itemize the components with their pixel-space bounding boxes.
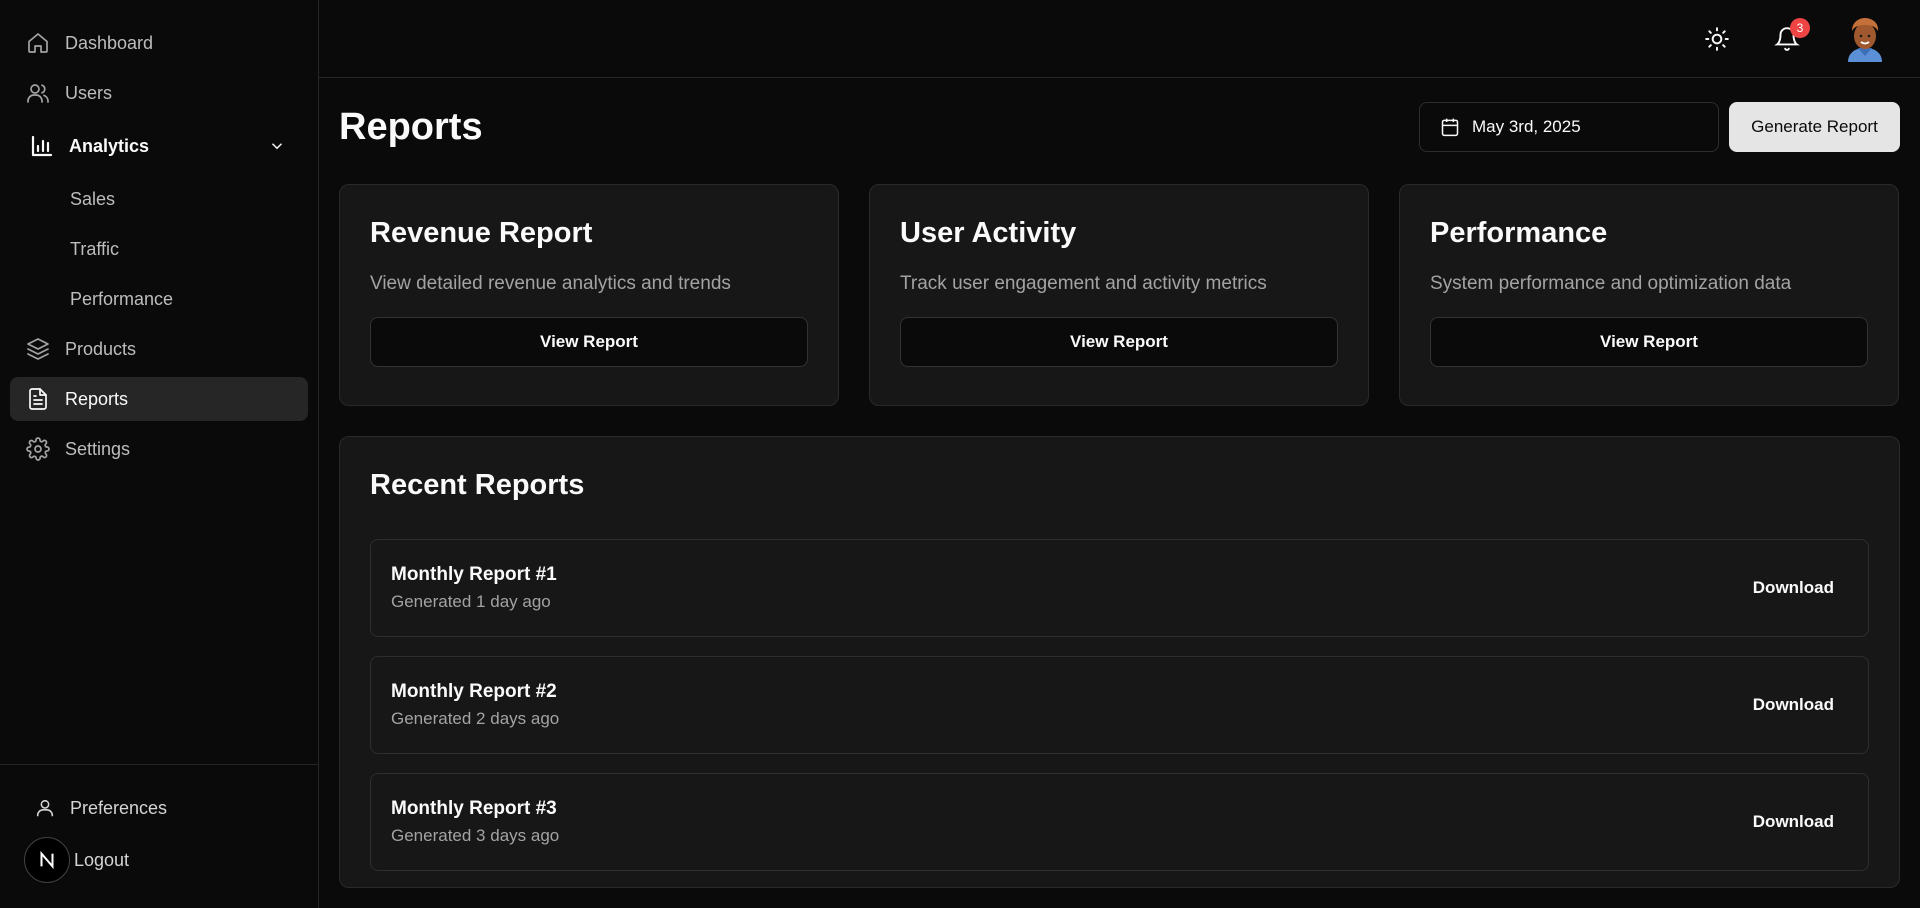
download-button[interactable]: Download [1753, 578, 1834, 598]
layers-icon [26, 337, 50, 361]
sidebar-item-label: Users [65, 82, 113, 103]
sidebar-subitem-traffic[interactable]: Traffic [10, 227, 308, 271]
card-title: User Activity [900, 217, 1077, 249]
calendar-icon [1441, 118, 1459, 137]
user-icon [34, 797, 56, 819]
sidebar-nav: Dashboard Users Analytics Sales Traffic … [0, 0, 318, 471]
report-cards: Revenue Report View detailed revenue ana… [339, 184, 1900, 406]
file-text-icon [26, 387, 50, 411]
logout-label: Logout [74, 849, 130, 870]
view-report-button[interactable]: View Report [900, 317, 1338, 367]
list-item: Monthly Report #1 Generated 1 day ago Do… [370, 539, 1869, 637]
report-card-performance: Performance System performance and optim… [1399, 184, 1899, 406]
logout-link[interactable]: Logout [24, 837, 318, 883]
sidebar-item-reports[interactable]: Reports [10, 377, 308, 421]
report-card-revenue: Revenue Report View detailed revenue ana… [339, 184, 839, 406]
list-item: Monthly Report #3 Generated 3 days ago D… [370, 773, 1869, 871]
topbar: 3 [319, 0, 1920, 78]
preferences-link[interactable]: Preferences [24, 793, 318, 823]
report-generated-time: Generated 1 day ago [391, 592, 551, 611]
report-info: Monthly Report #1 Generated 1 day ago [391, 564, 1753, 612]
sidebar-subitem-sales[interactable]: Sales [10, 177, 308, 221]
date-picker-value: May 3rd, 2025 [1472, 117, 1581, 136]
page-header: Reports May 3rd, 2025 Generate Report [339, 98, 1900, 156]
download-button[interactable]: Download [1753, 695, 1834, 715]
sidebar-item-label: Reports [65, 388, 129, 409]
bell-icon[interactable]: 3 [1774, 17, 1810, 52]
sidebar-subitem-performance[interactable]: Performance [10, 277, 308, 321]
app-shell: Dashboard Users Analytics Sales Traffic … [0, 0, 1920, 908]
view-report-button[interactable]: View Report [370, 317, 808, 367]
page-content: Reports May 3rd, 2025 Generate Report Re… [319, 78, 1920, 888]
sidebar-footer: Preferences Logout [0, 764, 318, 908]
sidebar-item-dashboard[interactable]: Dashboard [10, 21, 308, 65]
list-item: Monthly Report #2 Generated 2 days ago D… [370, 656, 1869, 754]
sidebar-item-label: Dashboard [65, 32, 154, 53]
report-info: Monthly Report #3 Generated 3 days ago [391, 798, 1753, 846]
sidebar-item-label: Products [65, 338, 137, 359]
report-name: Monthly Report #2 [391, 681, 557, 702]
sidebar-item-label: Analytics [69, 135, 150, 156]
app-logo-icon [24, 837, 70, 883]
recent-reports-panel: Recent Reports Monthly Report #1 Generat… [339, 436, 1900, 888]
chevron-down-icon[interactable] [268, 137, 286, 155]
card-description: View detailed revenue analytics and tren… [370, 273, 731, 294]
home-icon [26, 31, 50, 55]
sidebar-item-label: Settings [65, 438, 131, 459]
sidebar: Dashboard Users Analytics Sales Traffic … [0, 0, 319, 908]
report-name: Monthly Report #3 [391, 798, 557, 819]
page-title: Reports [339, 105, 483, 148]
report-name: Monthly Report #1 [391, 564, 557, 585]
users-icon [26, 81, 50, 105]
report-generated-time: Generated 3 days ago [391, 826, 560, 845]
sidebar-item-products[interactable]: Products [10, 327, 308, 371]
report-generated-time: Generated 2 days ago [391, 709, 560, 728]
recent-reports-list: Monthly Report #1 Generated 1 day ago Do… [370, 539, 1869, 871]
sidebar-item-users[interactable]: Users [10, 71, 308, 115]
download-button[interactable]: Download [1753, 812, 1834, 832]
recent-reports-title: Recent Reports [370, 469, 585, 501]
card-description: Track user engagement and activity metri… [900, 273, 1267, 294]
main-area: 3 Reports May 3rd, 2025 Generate Report … [319, 0, 1920, 908]
generate-report-button[interactable]: Generate Report [1729, 102, 1900, 152]
sidebar-item-analytics[interactable]: Analytics [10, 121, 308, 171]
card-description: System performance and optimization data [1430, 273, 1792, 294]
gear-icon [26, 437, 50, 461]
date-picker[interactable]: May 3rd, 2025 [1419, 102, 1719, 152]
notification-badge: 3 [1790, 17, 1810, 38]
preferences-label: Preferences [70, 797, 168, 818]
card-title: Performance [1430, 217, 1608, 249]
card-title: Revenue Report [370, 217, 593, 249]
sun-icon[interactable] [1704, 26, 1730, 52]
bar-chart-icon [30, 134, 54, 158]
view-report-button[interactable]: View Report [1430, 317, 1868, 367]
sidebar-item-settings[interactable]: Settings [10, 427, 308, 471]
report-card-user-activity: User Activity Track user engagement and … [869, 184, 1369, 406]
avatar[interactable] [1844, 16, 1886, 62]
report-info: Monthly Report #2 Generated 2 days ago [391, 681, 1753, 729]
